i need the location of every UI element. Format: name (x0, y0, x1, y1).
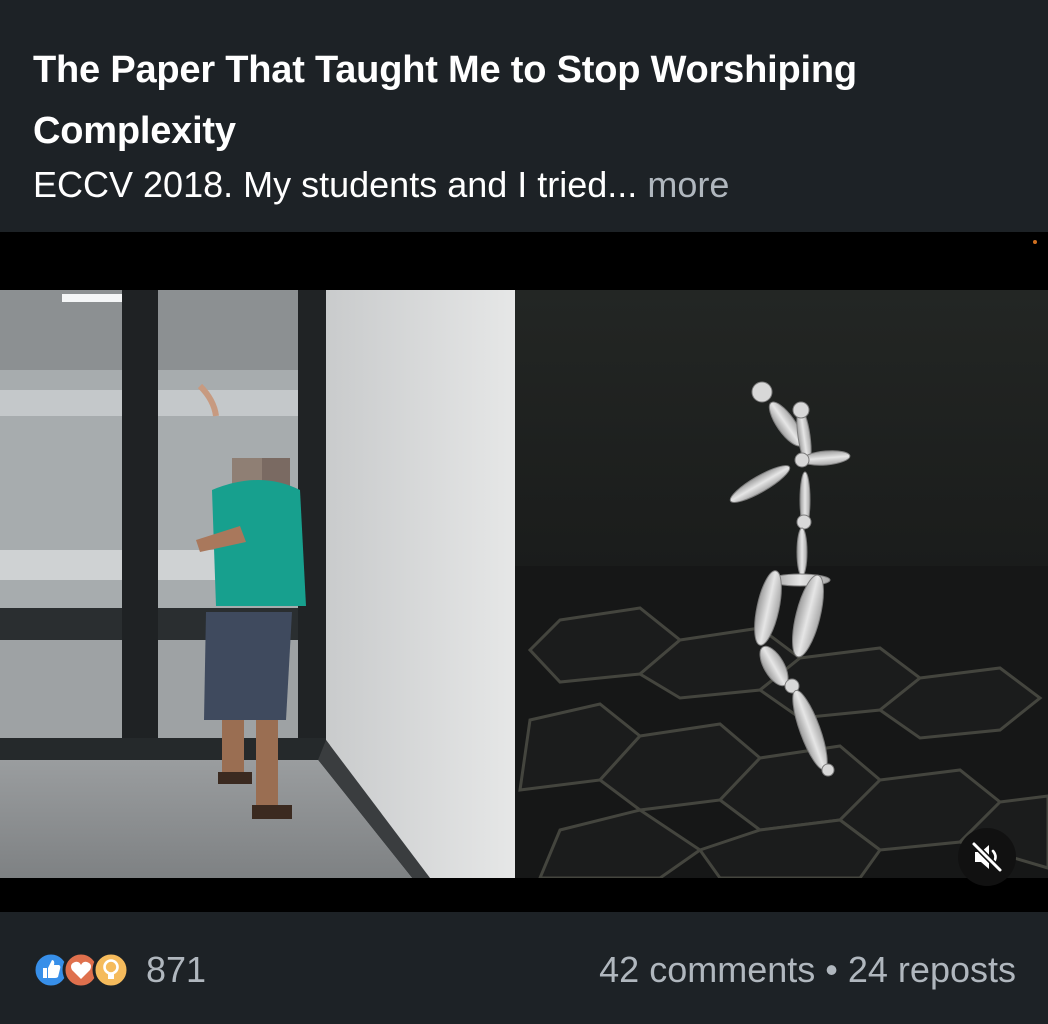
see-more-link[interactable]: more (647, 164, 729, 205)
skeleton-render-view (515, 290, 1048, 878)
reaction-count[interactable]: 871 (146, 950, 206, 990)
reposts-link[interactable]: 24 reposts (848, 949, 1016, 990)
video-indicator-dot (1033, 240, 1037, 244)
post-body-text: ECCV 2018. My students and I tried... (33, 164, 638, 205)
speaker-muted-icon (971, 841, 1003, 873)
insightful-icon (92, 951, 130, 989)
video-player[interactable] (0, 232, 1048, 912)
engagement-stats: 42 comments • 24 reposts (599, 950, 1016, 990)
mute-toggle-button[interactable] (958, 828, 1016, 886)
separator-dot: • (825, 949, 838, 990)
reaction-icons[interactable] (33, 948, 133, 992)
comments-link[interactable]: 42 comments (599, 949, 815, 990)
camera-view (0, 290, 515, 878)
video-frame (0, 290, 1048, 878)
post-body[interactable]: ECCV 2018. My students and I tried... mo… (33, 162, 1013, 208)
post-title[interactable]: The Paper That Taught Me to Stop Worship… (33, 40, 993, 162)
post-header: The Paper That Taught Me to Stop Worship… (0, 0, 1048, 232)
